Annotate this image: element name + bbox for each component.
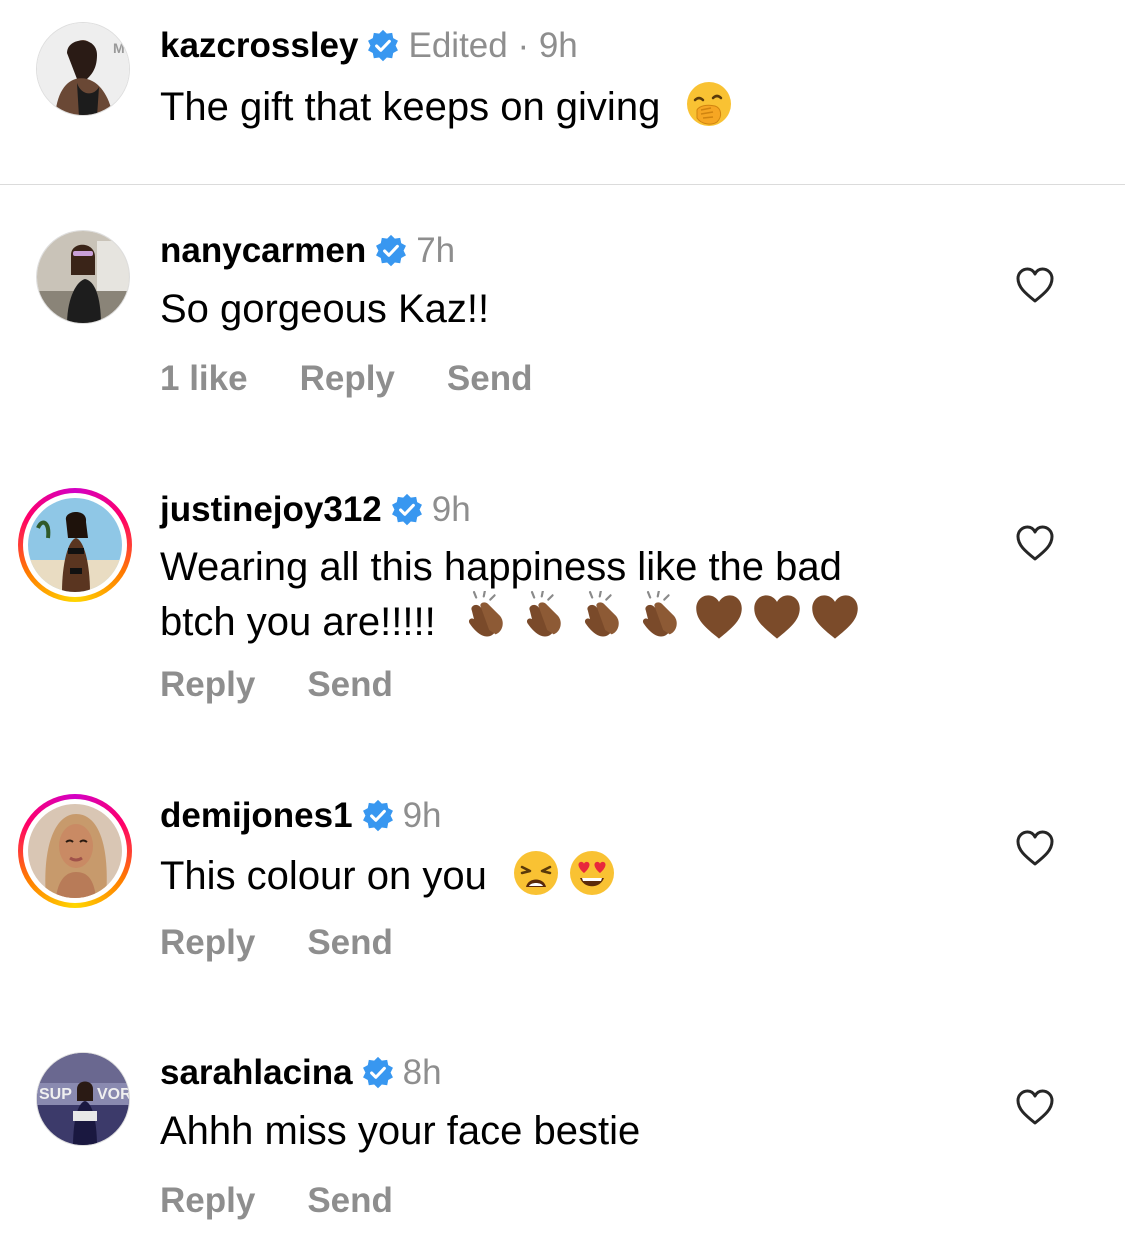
- verified-badge-icon: [390, 493, 424, 527]
- comment-meta: 7h: [416, 231, 456, 270]
- verified-badge-icon: [361, 799, 395, 833]
- send-button[interactable]: Send: [447, 359, 533, 399]
- comment-actions: Reply Send: [160, 665, 393, 705]
- verified-badge-icon: [361, 1056, 395, 1090]
- comment-username-row: justinejoy312 9h: [160, 490, 471, 530]
- send-button[interactable]: Send: [307, 1181, 393, 1221]
- username[interactable]: sarahlacina: [160, 1053, 353, 1093]
- comment-username-row: demijones1 9h: [160, 796, 442, 836]
- comment-username-row: sarahlacina 8h: [160, 1053, 442, 1093]
- face-with-hand-over-mouth-icon: [685, 80, 733, 139]
- svg-text:M: M: [113, 40, 125, 56]
- comment-text: This colour on you: [160, 849, 616, 908]
- clapping-hands-icon: [519, 591, 571, 654]
- verified-badge-icon: [366, 29, 400, 63]
- comment-actions: 1 like Reply Send: [160, 359, 532, 399]
- reply-button[interactable]: Reply: [160, 665, 255, 705]
- comment-text: The gift that keeps on giving: [160, 80, 733, 139]
- comment-actions: Reply Send: [160, 1181, 393, 1221]
- comment-text-line-2: btch you are!!!!!: [160, 591, 861, 654]
- username[interactable]: kazcrossley: [160, 26, 358, 66]
- story-ring[interactable]: [18, 794, 132, 908]
- svg-text:VOR: VOR: [97, 1086, 130, 1103]
- heart-outline-icon[interactable]: [1015, 524, 1055, 562]
- avatar[interactable]: [28, 804, 122, 898]
- comment-text-content: The gift that keeps on giving: [160, 85, 661, 129]
- likes-count-link[interactable]: 1 like: [160, 359, 248, 399]
- reply-button[interactable]: Reply: [300, 359, 395, 399]
- clapping-hands-icon: [461, 591, 513, 654]
- comment-username-row: nanycarmen 7h: [160, 231, 455, 271]
- username[interactable]: nanycarmen: [160, 231, 366, 271]
- comment-text-content: This colour on you: [160, 854, 487, 898]
- reply-button[interactable]: Reply: [160, 923, 255, 963]
- smiling-face-with-heart-eyes-icon: [568, 849, 616, 908]
- heart-outline-icon[interactable]: [1015, 1088, 1055, 1126]
- username[interactable]: demijones1: [160, 796, 353, 836]
- comment-actions: Reply Send: [160, 923, 393, 963]
- comment-text-content: btch you are!!!!!: [160, 600, 436, 644]
- send-button[interactable]: Send: [307, 665, 393, 705]
- comment-text: Ahhh miss your face bestie: [160, 1109, 641, 1153]
- username[interactable]: justinejoy312: [160, 490, 382, 530]
- section-divider: [0, 184, 1125, 185]
- comment-username-row: kazcrossley Edited · 9h: [160, 26, 578, 66]
- comment-meta: 9h: [402, 796, 442, 835]
- story-ring[interactable]: [18, 488, 132, 602]
- clapping-hands-icon: [635, 591, 687, 654]
- avatar[interactable]: [28, 498, 122, 592]
- comment-text-line-1: Wearing all this happiness like the bad: [160, 545, 842, 589]
- verified-badge-icon: [374, 234, 408, 268]
- reply-button[interactable]: Reply: [160, 1181, 255, 1221]
- comment-text: So gorgeous Kaz!!: [160, 287, 490, 331]
- avatar[interactable]: M: [36, 22, 130, 116]
- clapping-hands-icon: [577, 591, 629, 654]
- brown-heart-icon: [809, 591, 861, 654]
- weary-face-icon: [512, 849, 560, 908]
- svg-text:SUP: SUP: [39, 1086, 72, 1103]
- comment-meta: 8h: [402, 1053, 442, 1092]
- send-button[interactable]: Send: [307, 923, 393, 963]
- comment-meta: 9h: [431, 490, 471, 529]
- heart-outline-icon[interactable]: [1015, 829, 1055, 867]
- comment-meta: Edited · 9h: [408, 26, 578, 65]
- brown-heart-icon: [751, 591, 803, 654]
- heart-outline-icon[interactable]: [1015, 266, 1055, 304]
- avatar[interactable]: SUP VOR: [36, 1052, 130, 1146]
- avatar[interactable]: [36, 230, 130, 324]
- brown-heart-icon: [693, 591, 745, 654]
